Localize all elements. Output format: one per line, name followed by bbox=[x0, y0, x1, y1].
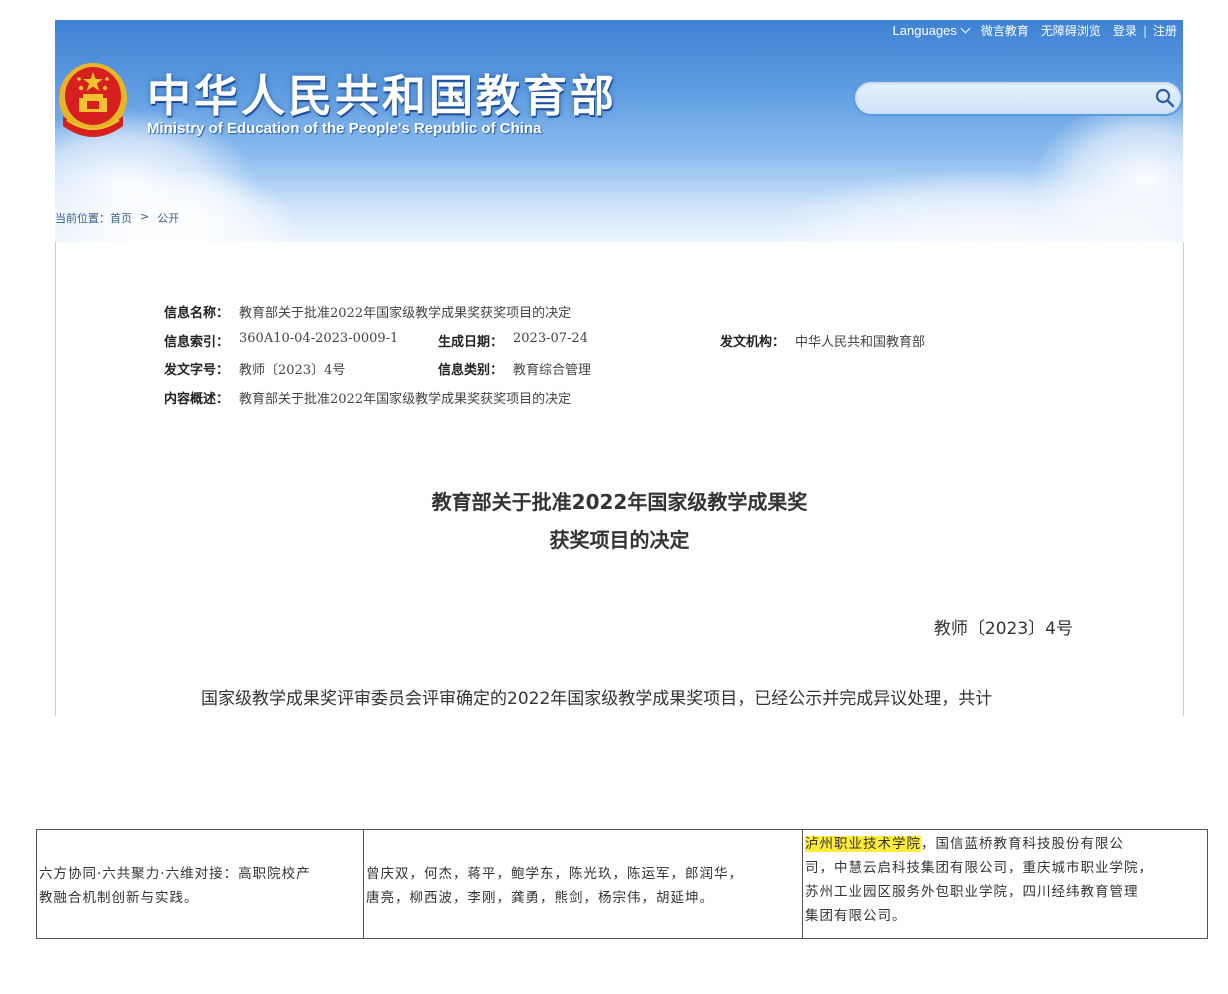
table-cell-project: 六方协同·六共聚力·六维对接：高职院校产 教融合机制创新与实践。 bbox=[36, 830, 363, 938]
breadcrumb: 当前位置： 首页 > 公开 bbox=[55, 210, 179, 226]
site-subtitle: Ministry of Education of the People's Re… bbox=[147, 120, 542, 137]
languages-label: Languages bbox=[892, 23, 957, 38]
login-link[interactable]: 登录 bbox=[1107, 22, 1143, 39]
chevron-down-icon bbox=[960, 23, 971, 34]
meta-category-value: 教育综合管理 bbox=[513, 363, 592, 378]
document-title-line2: 获奖项目的决定 bbox=[549, 528, 690, 552]
national-emblem-icon bbox=[59, 63, 127, 137]
document-number: 教师〔2023〕4号 bbox=[933, 619, 1073, 639]
units-line: 司，中慧云启科技集团有限公司，重庆城市职业学院， bbox=[805, 860, 1153, 876]
meta-index-value: 360A10-04-2023-0009-1 bbox=[239, 331, 399, 346]
breadcrumb-arrow: > bbox=[140, 210, 150, 223]
site-title: 中华人民共和国教育部 bbox=[147, 71, 617, 122]
members-line: 曾庆双，何杰，蒋平，鲍学东，陈光玖，陈运军，郎润华， bbox=[366, 866, 743, 882]
search-icon[interactable] bbox=[1155, 88, 1175, 108]
meta-docno-value: 教师〔2023〕4号 bbox=[239, 363, 346, 378]
award-table-row: 六方协同·六共聚力·六维对接：高职院校产 教融合机制创新与实践。 曾庆双，何杰，… bbox=[36, 829, 1208, 939]
table-cell-units: 泸州职业技术学院，国信蓝桥教育科技股份有限公 司，中慧云启科技集团有限公司，重庆… bbox=[802, 830, 1208, 938]
meta-date-value: 2023-07-24 bbox=[513, 331, 588, 346]
breadcrumb-current: 公开 bbox=[157, 212, 180, 225]
meta-org-value: 中华人民共和国教育部 bbox=[795, 335, 926, 350]
project-line: 六方协同·六共聚力·六维对接：高职院校产 bbox=[39, 866, 311, 882]
members-line: 唐亮，柳西波，李刚，龚勇，熊剑，杨宗伟，胡延坤。 bbox=[366, 890, 714, 906]
units-line: 苏州工业园区服务外包职业学院，四川经纬教育管理 bbox=[805, 884, 1139, 900]
meta-category-label: 信息类别： bbox=[438, 363, 504, 378]
table-cell-members: 曾庆双，何杰，蒋平，鲍学东，陈光玖，陈运军，郎润华， 唐亮，柳西波，李刚，龚勇，… bbox=[363, 830, 802, 938]
meta-org-label: 发文机构： bbox=[720, 335, 786, 350]
units-line: ，国信蓝桥教育科技股份有限公 bbox=[921, 836, 1124, 852]
breadcrumb-label: 当前位置： bbox=[55, 212, 110, 225]
languages-dropdown[interactable]: Languages bbox=[887, 23, 975, 38]
search-box[interactable] bbox=[853, 80, 1183, 116]
accessible-browse-link[interactable]: 无障碍浏览 bbox=[1035, 22, 1107, 39]
meta-name-value: 教育部关于批准2022年国家级教学成果奖获奖项目的决定 bbox=[239, 306, 572, 321]
top-navigation: Languages 微言教育 无障碍浏览 登录 | 注册 bbox=[887, 22, 1183, 39]
units-line: 集团有限公司。 bbox=[805, 908, 907, 924]
breadcrumb-home-link[interactable]: 首页 bbox=[110, 210, 132, 226]
site-header-banner: 中华人民共和国教育部 Ministry of Education of the … bbox=[55, 20, 1183, 243]
project-line: 教融合机制创新与实践。 bbox=[39, 890, 199, 906]
meta-summary-label: 内容概述： bbox=[164, 392, 230, 407]
meta-index-label: 信息索引： bbox=[164, 335, 230, 350]
meta-date-label: 生成日期： bbox=[438, 335, 504, 350]
meta-name-label: 信息名称： bbox=[164, 306, 230, 321]
article-content: 信息名称： 教育部关于批准2022年国家级教学成果奖获奖项目的决定 信息索引： … bbox=[55, 242, 1184, 716]
meta-summary-value: 教育部关于批准2022年国家级教学成果奖获奖项目的决定 bbox=[239, 392, 572, 407]
document-title-line1: 教育部关于批准2022年国家级教学成果奖 bbox=[431, 490, 808, 514]
document-paragraph: 国家级教学成果奖评审委员会评审确定的2022年国家级教学成果奖项目，已经公示并完… bbox=[201, 689, 993, 709]
highlighted-unit: 泸州职业技术学院 bbox=[805, 836, 921, 852]
register-link[interactable]: 注册 bbox=[1147, 22, 1183, 39]
weiyan-link[interactable]: 微言教育 bbox=[975, 22, 1035, 39]
meta-docno-label: 发文字号： bbox=[164, 363, 230, 378]
